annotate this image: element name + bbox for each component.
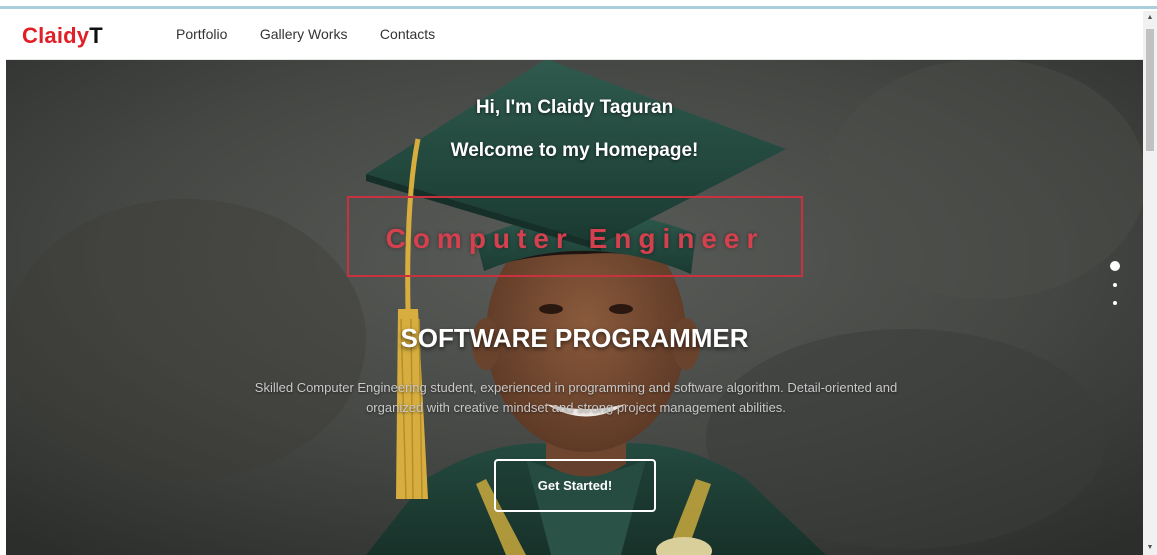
hero-description: Skilled Computer Engineering student, ex…	[254, 380, 898, 415]
scrollbar-thumb[interactable]	[1146, 29, 1154, 151]
hero-welcome: Welcome to my Homepage!	[450, 140, 699, 161]
role-text: Computer Engineer	[385, 223, 765, 254]
nav-link-gallery-works[interactable]: Gallery Works	[260, 26, 348, 42]
nav-links: Portfolio Gallery Works Contacts	[176, 26, 463, 44]
navbar: ClaidyT Portfolio Gallery Works Contacts	[6, 11, 1143, 60]
nav-link-portfolio[interactable]: Portfolio	[176, 26, 227, 42]
get-started-button[interactable]: Get Started!	[494, 459, 656, 512]
brand-name-first: Claidy	[22, 23, 90, 48]
page-viewport: ClaidyT Portfolio Gallery Works Contacts	[6, 11, 1143, 555]
triangle-up-icon[interactable]: ▲	[1143, 11, 1157, 25]
brand-logo[interactable]: ClaidyT	[22, 23, 103, 49]
vertical-scrollbar[interactable]: ▲ ▼	[1143, 11, 1157, 555]
carousel-dot-3[interactable]	[1113, 301, 1117, 305]
hero-section: Hi, I'm Claidy Taguran Welcome to my Hom…	[6, 59, 1143, 555]
hero-greeting: Hi, I'm Claidy Taguran	[475, 97, 674, 118]
carousel-dot-2[interactable]	[1113, 283, 1117, 287]
nav-link-contacts[interactable]: Contacts	[380, 26, 435, 42]
role-box: Computer Engineer	[347, 196, 803, 277]
carousel-dot-1[interactable]	[1110, 261, 1120, 271]
hero-headline: SOFTWARE PROGRAMMER	[400, 323, 749, 353]
browser-top-border	[0, 0, 1157, 9]
hero-content: Hi, I'm Claidy Taguran Welcome to my Hom…	[6, 59, 1143, 555]
brand-name-initial: T	[89, 23, 103, 48]
triangle-down-icon[interactable]: ▼	[1143, 541, 1157, 555]
